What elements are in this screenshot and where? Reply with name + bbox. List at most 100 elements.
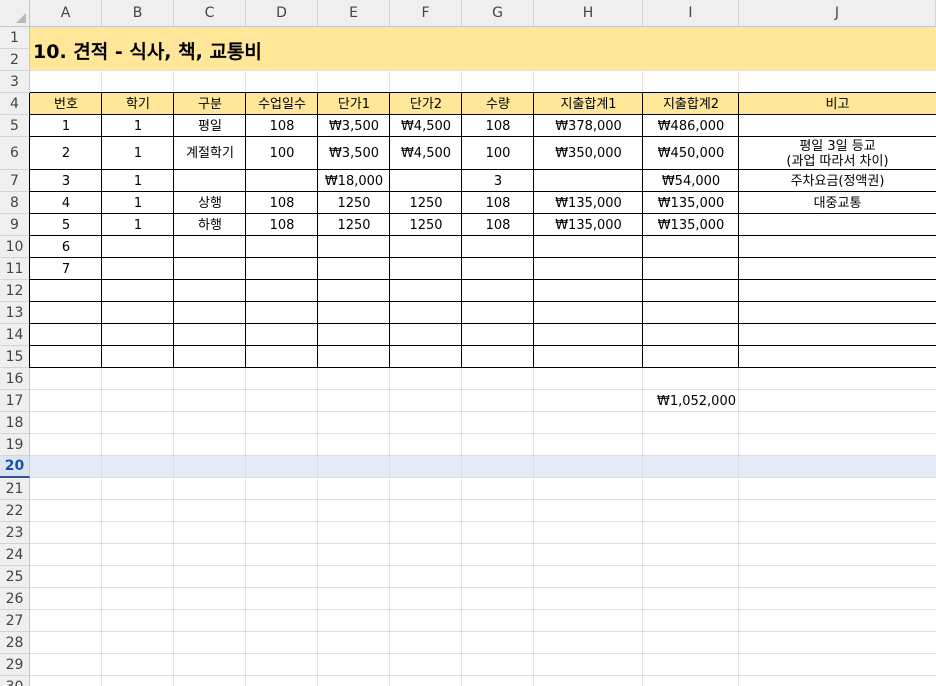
row-header-8[interactable]: 8 (0, 192, 30, 214)
spreadsheet-grid[interactable]: ABCDEFGHIJ 1 2 3 4 5 6 7 8 9 10 11 12 13 14 15 16 17 18 19… (0, 0, 936, 686)
table-cell[interactable]: 1 (30, 115, 102, 137)
table-cell[interactable] (534, 258, 643, 280)
table-cell[interactable] (30, 324, 102, 346)
table-cell[interactable]: 3 (462, 170, 534, 192)
table-cell[interactable]: ₩3,500 (318, 137, 390, 170)
table-cell[interactable]: ₩135,000 (534, 192, 643, 214)
table-header-cell[interactable]: 지출합계1 (534, 93, 643, 115)
table-cell[interactable] (643, 302, 739, 324)
row-header-26[interactable]: 26 (0, 588, 30, 610)
table-cell[interactable]: 1 (102, 214, 174, 236)
table-cell[interactable] (174, 236, 246, 258)
table-cell[interactable]: 2 (30, 137, 102, 170)
table-cell[interactable]: 3 (30, 170, 102, 192)
row-header-11[interactable]: 11 (0, 258, 30, 280)
table-cell[interactable] (102, 258, 174, 280)
row-header-29[interactable]: 29 (0, 654, 30, 676)
table-cell[interactable] (739, 324, 936, 346)
row-header-18[interactable]: 18 (0, 412, 30, 434)
row-header-7[interactable]: 7 (0, 170, 30, 192)
table-cell[interactable] (174, 346, 246, 368)
table-cell[interactable] (739, 346, 936, 368)
table-cell[interactable] (246, 346, 318, 368)
table-cell[interactable] (174, 258, 246, 280)
table-cell[interactable]: 6 (30, 236, 102, 258)
table-cell[interactable] (534, 346, 643, 368)
column-header-j[interactable]: J (739, 0, 936, 27)
table-cell[interactable] (643, 346, 739, 368)
row-header-28[interactable]: 28 (0, 632, 30, 654)
table-cell[interactable] (246, 236, 318, 258)
table-cell[interactable] (390, 236, 462, 258)
column-header-h[interactable]: H (534, 0, 643, 27)
table-header-cell[interactable]: 수량 (462, 93, 534, 115)
table-cell[interactable]: 하행 (174, 214, 246, 236)
row-header-20[interactable]: 20 (0, 456, 30, 478)
table-cell[interactable]: 100 (462, 137, 534, 170)
row-header-15[interactable]: 15 (0, 346, 30, 368)
table-cell[interactable] (739, 280, 936, 302)
table-cell[interactable]: 1 (102, 192, 174, 214)
table-cell[interactable]: ₩486,000 (643, 115, 739, 137)
row-header-14[interactable]: 14 (0, 324, 30, 346)
table-cell[interactable]: 계절학기 (174, 137, 246, 170)
row-header-4[interactable]: 4 (0, 93, 30, 115)
table-cell[interactable] (246, 258, 318, 280)
row-header-3[interactable]: 3 (0, 71, 30, 93)
table-cell[interactable] (534, 324, 643, 346)
table-cell[interactable]: 108 (462, 192, 534, 214)
column-header-a[interactable]: A (30, 0, 102, 27)
table-cell[interactable] (462, 236, 534, 258)
table-header-cell[interactable]: 구분 (174, 93, 246, 115)
table-cell[interactable] (102, 302, 174, 324)
total-cell[interactable]: ₩1,052,000 (643, 390, 739, 412)
table-cell[interactable]: 108 (462, 115, 534, 137)
table-cell[interactable] (643, 280, 739, 302)
table-cell[interactable]: 1250 (318, 192, 390, 214)
table-cell[interactable] (318, 236, 390, 258)
table-cell[interactable] (534, 236, 643, 258)
table-header-cell[interactable]: 수업일수 (246, 93, 318, 115)
column-header-f[interactable]: F (390, 0, 462, 27)
column-header-g[interactable]: G (462, 0, 534, 27)
table-cell[interactable]: 평일 (174, 115, 246, 137)
table-cell[interactable]: 108 (246, 192, 318, 214)
table-header-cell[interactable]: 학기 (102, 93, 174, 115)
table-cell[interactable]: ₩350,000 (534, 137, 643, 170)
table-cell[interactable] (174, 324, 246, 346)
table-cell[interactable]: 평일 3일 등교 (과업 따라서 차이) (739, 137, 936, 170)
column-header-e[interactable]: E (318, 0, 390, 27)
table-cell[interactable] (246, 280, 318, 302)
table-cell[interactable] (534, 280, 643, 302)
table-cell[interactable] (174, 170, 246, 192)
table-cell[interactable]: ₩135,000 (643, 192, 739, 214)
table-cell[interactable] (462, 302, 534, 324)
table-cell[interactable] (318, 302, 390, 324)
table-cell[interactable] (739, 302, 936, 324)
table-cell[interactable]: 108 (246, 115, 318, 137)
table-cell[interactable]: ₩135,000 (534, 214, 643, 236)
row-header-2[interactable]: 2 (0, 49, 30, 71)
row-header-21[interactable]: 21 (0, 478, 30, 500)
row-header-23[interactable]: 23 (0, 522, 30, 544)
table-cell[interactable]: 1 (102, 115, 174, 137)
row-header-17[interactable]: 17 (0, 390, 30, 412)
table-cell[interactable] (390, 324, 462, 346)
row-header-24[interactable]: 24 (0, 544, 30, 566)
row-header-13[interactable]: 13 (0, 302, 30, 324)
table-cell[interactable]: 상행 (174, 192, 246, 214)
table-cell[interactable] (739, 115, 936, 137)
row-header-22[interactable]: 22 (0, 500, 30, 522)
table-cell[interactable] (318, 346, 390, 368)
table-cell[interactable] (534, 302, 643, 324)
table-cell[interactable]: 1250 (390, 214, 462, 236)
row-header-5[interactable]: 5 (0, 115, 30, 137)
row-header-6[interactable]: 6 (0, 137, 30, 170)
table-cell[interactable] (739, 258, 936, 280)
table-cell[interactable]: ₩3,500 (318, 115, 390, 137)
sheet-title[interactable]: 10. 견적 - 식사, 책, 교통비 (33, 37, 262, 64)
table-cell[interactable] (462, 346, 534, 368)
row-header-9[interactable]: 9 (0, 214, 30, 236)
column-header-b[interactable]: B (102, 0, 174, 27)
table-cell[interactable] (534, 170, 643, 192)
